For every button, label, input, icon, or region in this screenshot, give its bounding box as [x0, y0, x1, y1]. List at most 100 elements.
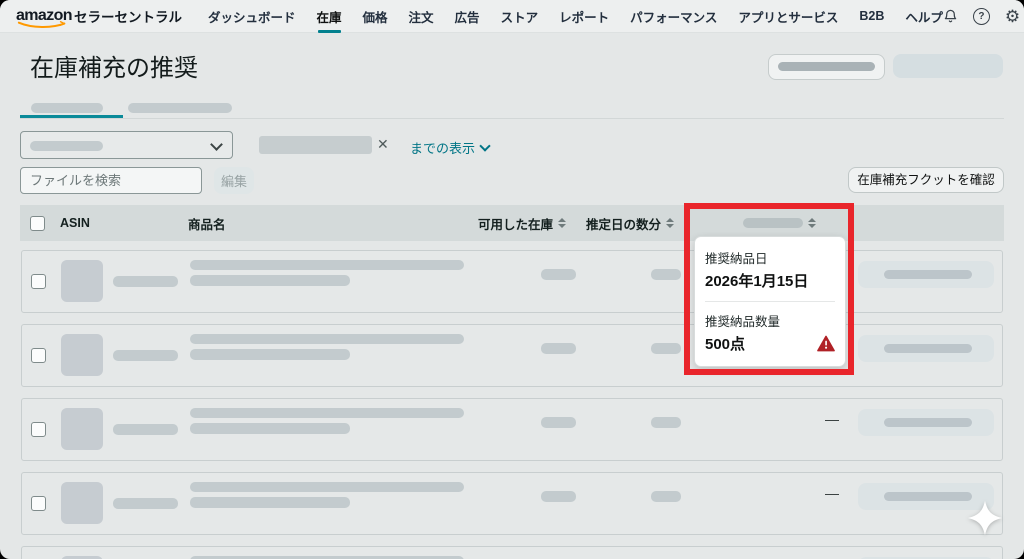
product-image-placeholder [61, 334, 103, 376]
header-secondary-button-skeleton[interactable] [768, 54, 885, 80]
product-name-skeleton [190, 423, 350, 434]
row-checkbox[interactable] [31, 422, 46, 437]
alert-triangle-icon [817, 335, 835, 352]
skeleton-bar [884, 344, 972, 353]
seller-central-window: amazon セラーセントラル ダッシュボード 在庫 価格 注文 広告 ストア … [0, 0, 1024, 559]
product-name-skeleton [190, 275, 350, 286]
estimated-days-skeleton [651, 269, 681, 280]
estimated-days-skeleton [651, 491, 681, 502]
nav-item-b2b[interactable]: B2B [859, 0, 884, 32]
nav-item-stores[interactable]: ストア [501, 0, 539, 35]
check-replenishment-forecast-button[interactable]: 在庫補充フクットを確認 [848, 167, 1004, 193]
sort-icon[interactable] [558, 218, 567, 228]
column-header-days-label: 推定日の数分 [586, 217, 662, 232]
bell-icon[interactable] [943, 8, 958, 24]
chevron-down-icon [210, 138, 223, 151]
table-row: — [21, 472, 1003, 535]
skeleton-bar [884, 270, 972, 279]
sort-icon[interactable] [666, 218, 675, 228]
filter-chip-skeleton[interactable] [259, 136, 372, 154]
nav-item-performance[interactable]: パフォーマンス [630, 0, 717, 35]
product-image-placeholder [61, 260, 103, 302]
skeleton-bar [778, 62, 875, 71]
nav-icon-group: ? ⚙ [943, 7, 1020, 25]
sort-icon[interactable] [808, 218, 816, 228]
nav-item-reports[interactable]: レポート [559, 0, 609, 35]
gear-icon[interactable]: ⚙ [1005, 8, 1020, 25]
chevron-down-icon [479, 140, 491, 152]
tab-divider [20, 118, 1004, 119]
nav-item-advertising[interactable]: 広告 [455, 0, 480, 35]
row-action-button-skeleton[interactable] [858, 335, 994, 362]
skeleton-bar [30, 141, 103, 151]
tab-inactive-skeleton[interactable] [128, 103, 232, 113]
row-checkbox[interactable] [31, 274, 46, 289]
product-name-skeleton [190, 497, 350, 508]
product-name-skeleton [190, 408, 464, 418]
page-title: 在庫補充の推奨 [30, 55, 198, 82]
product-name-skeleton [190, 334, 464, 344]
table-row: — [21, 398, 1003, 461]
available-stock-skeleton [541, 417, 576, 428]
table-row [21, 250, 1003, 313]
column-header-available[interactable]: 可用した在庫 [478, 205, 567, 241]
skeleton-bar [884, 418, 972, 427]
sparkle-icon[interactable] [966, 499, 1004, 537]
product-image-placeholder [61, 408, 103, 450]
table-header: ASIN 商品名 可用した在庫 推定日の数分 [20, 205, 1004, 241]
show-until-label: までの表示 [410, 141, 476, 156]
nav-item-dashboard[interactable]: ダッシュボード [208, 0, 296, 35]
skeleton-bar [884, 492, 972, 501]
column-header-product: 商品名 [188, 217, 226, 232]
nav-item-help[interactable]: ヘルプ [905, 0, 943, 35]
row-action-button-skeleton[interactable] [858, 261, 994, 288]
product-name-skeleton [190, 482, 464, 492]
recommendation-value: — [825, 411, 839, 427]
asin-skeleton [113, 276, 178, 287]
filter-dropdown[interactable] [20, 131, 233, 159]
row-action-button-skeleton[interactable] [858, 409, 994, 436]
available-stock-skeleton [541, 269, 576, 280]
row-checkbox[interactable] [31, 348, 46, 363]
nav-items: ダッシュボード 在庫 価格 注文 広告 ストア レポート パフォーマンス アプリ… [208, 0, 943, 35]
nav-item-inventory[interactable]: 在庫 [317, 0, 342, 35]
popover-divider [705, 301, 835, 302]
recommended-delivery-date-value: 2026年1月15日 [705, 273, 809, 290]
estimated-days-skeleton [651, 343, 681, 354]
nav-item-apps-services[interactable]: アプリとサービス [738, 0, 838, 35]
estimated-days-skeleton [651, 417, 681, 428]
amazon-logo: amazon [16, 8, 73, 28]
available-stock-skeleton [541, 491, 576, 502]
nav-item-pricing[interactable]: 価格 [363, 0, 388, 35]
edit-button[interactable]: 編集 [214, 167, 254, 194]
search-input[interactable] [20, 167, 202, 194]
recommendation-value: — [825, 485, 839, 501]
column-header-available-label: 可用した在庫 [478, 217, 554, 232]
asin-skeleton [113, 424, 178, 435]
show-until-link[interactable]: までの表示 [410, 138, 491, 157]
amazon-smile-icon [17, 21, 66, 28]
recommended-delivery-date-label: 推奨納品日 [705, 252, 768, 266]
recommended-quantity-label: 推奨納品数量 [705, 315, 781, 329]
help-glyph: ? [978, 10, 985, 22]
skeleton-bar [743, 218, 803, 228]
header-primary-button-skeleton[interactable] [893, 54, 1003, 78]
asin-skeleton [113, 350, 178, 361]
table-row [21, 546, 1003, 559]
available-stock-skeleton [541, 343, 576, 354]
nav-item-orders[interactable]: 注文 [409, 0, 434, 35]
asin-skeleton [113, 498, 178, 509]
row-checkbox[interactable] [31, 496, 46, 511]
column-header-asin: ASIN [60, 216, 90, 230]
recommended-quantity-value: 500点 [705, 336, 746, 353]
top-nav: amazon セラーセントラル ダッシュボード 在庫 価格 注文 広告 ストア … [0, 0, 1024, 33]
product-name-skeleton [190, 260, 464, 270]
close-icon[interactable]: ✕ [377, 135, 389, 153]
column-header-days[interactable]: 推定日の数分 [586, 205, 675, 241]
table-row [21, 324, 1003, 387]
select-all-checkbox[interactable] [30, 215, 45, 231]
tab-active-skeleton[interactable] [31, 103, 103, 113]
help-icon[interactable]: ? [972, 7, 990, 25]
brand-logo[interactable]: amazon セラーセントラル [16, 6, 182, 28]
recommendation-popover: 推奨納品日 2026年1月15日 推奨納品数量 500点 [694, 236, 846, 367]
